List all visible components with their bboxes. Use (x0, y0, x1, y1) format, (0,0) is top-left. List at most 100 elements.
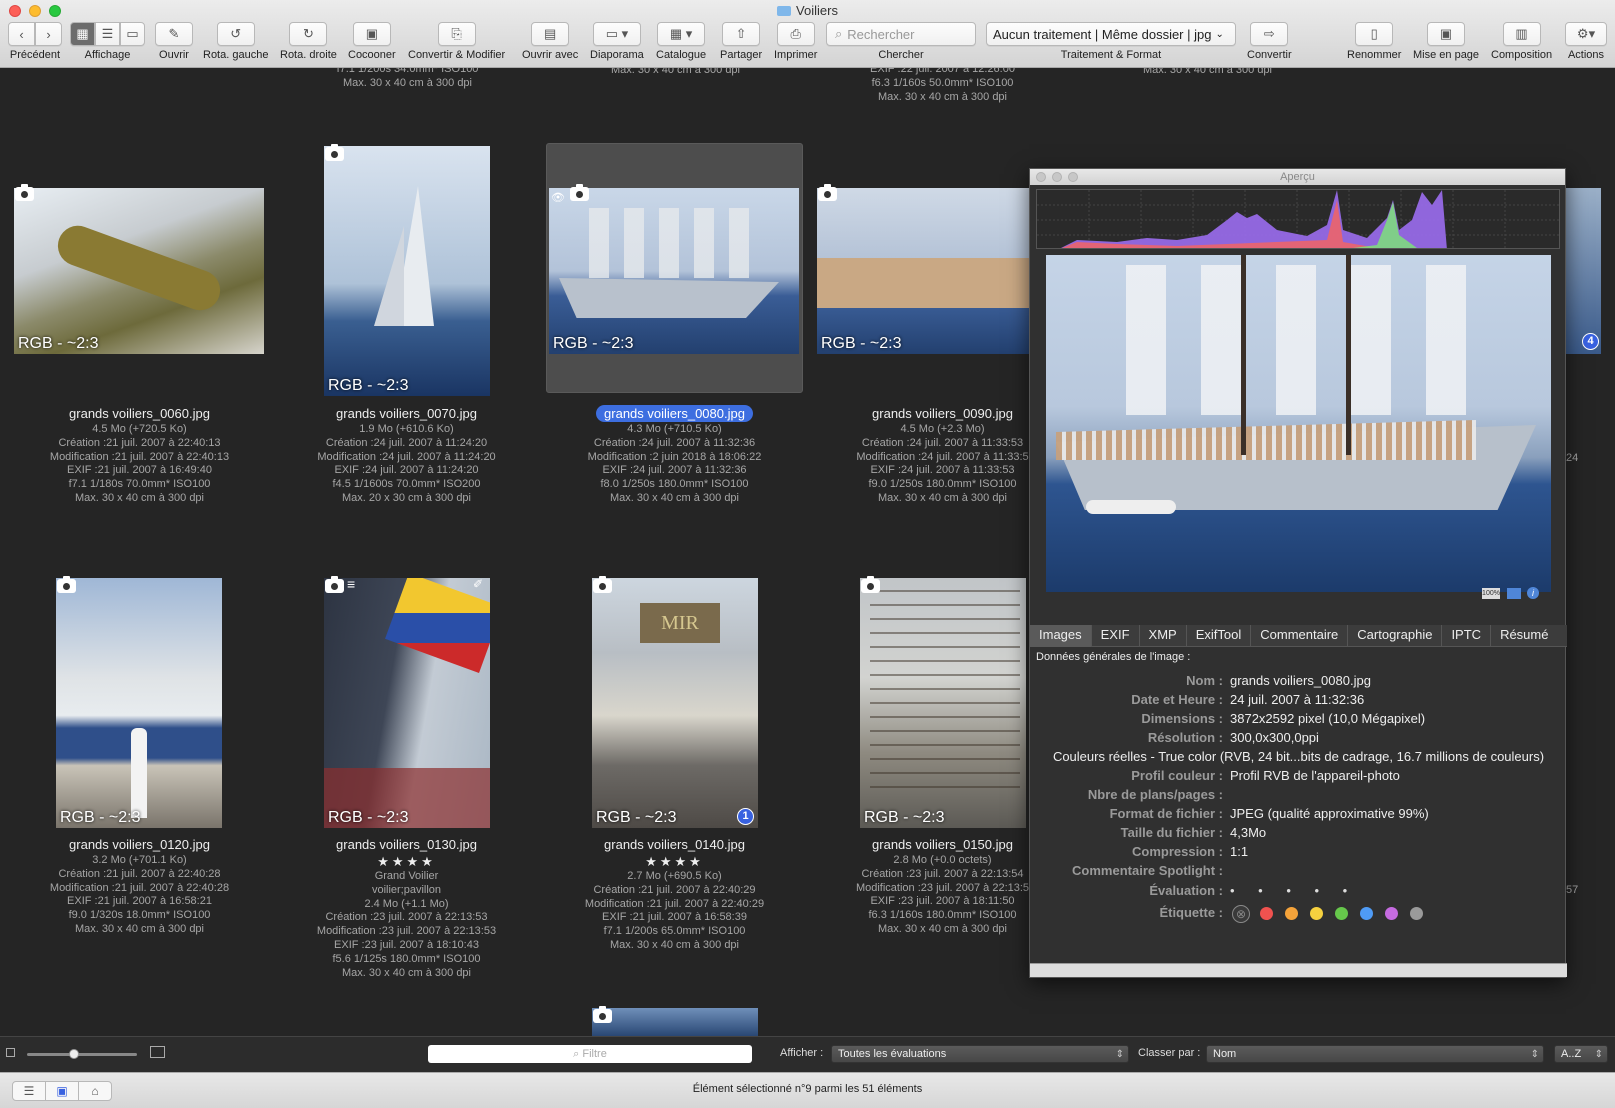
info-row-compression: Compression :1:1 (1131, 844, 1249, 859)
print-button[interactable]: ⎙ (776, 22, 815, 46)
rename-button[interactable]: ▯ (1355, 22, 1394, 46)
label-orange[interactable] (1285, 907, 1298, 920)
thumbnail-image[interactable]: RGB - ~2:3 (817, 188, 1029, 354)
image-mode-button[interactable] (1507, 588, 1521, 599)
no-label-icon[interactable]: ⊗ (1232, 905, 1250, 923)
catalog-tool: ▦ ▾ Catalogue (656, 22, 706, 61)
folder-icon (777, 6, 792, 16)
show-label: Afficher : (780, 1047, 824, 1059)
search-tool: ⌕ Rechercher Chercher (826, 22, 976, 61)
file-name[interactable]: grands voiliers_0090.jpg (835, 405, 1050, 423)
camera-icon (593, 1006, 612, 1023)
pin-icon: ✐ (473, 577, 484, 591)
actions-button[interactable]: ⚙ ▾ (1565, 22, 1607, 46)
thumbnail-size-slider[interactable] (27, 1049, 137, 1059)
slideshow-button[interactable]: ▭ ▾ (592, 22, 641, 46)
layout-button[interactable]: ▣ (1427, 22, 1466, 46)
thumbnail-image[interactable] (592, 1008, 758, 1036)
grid-view-button[interactable]: ▦ (70, 22, 95, 46)
info-row-planes: Nbre de plans/pages : (1087, 787, 1223, 802)
share-button[interactable]: ⇧ (722, 22, 761, 46)
flag-shape (385, 578, 490, 673)
mast-shape (1346, 255, 1351, 455)
color-info-label: RGB - ~2:3 (864, 809, 945, 826)
file-name[interactable]: grands voiliers_0070.jpg (299, 405, 514, 423)
zoom-100-button[interactable]: 100% (1482, 588, 1500, 599)
file-name-selected[interactable]: grands voiliers_0080.jpg (567, 405, 782, 423)
convert-modify-button[interactable]: ⎘ (437, 22, 476, 46)
tab-exif[interactable]: EXIF (1092, 625, 1140, 647)
cocoon-button[interactable]: ▣ (352, 22, 391, 46)
tab-iptc[interactable]: IPTC (1442, 625, 1492, 647)
rating-filter-select[interactable]: Toutes les évaluations (831, 1045, 1129, 1063)
histogram (1036, 189, 1560, 249)
rating-stars: ★★★★ (377, 854, 436, 869)
small-thumbs-icon (6, 1048, 15, 1057)
open-button[interactable]: ✎ (155, 22, 193, 46)
thumbnail-image[interactable]: RGB - ~2:3 (324, 578, 490, 828)
catalog-button[interactable]: ▦ ▾ (657, 22, 706, 46)
rename-tool: ▯ Renommer (1347, 22, 1401, 61)
filmstrip-view-button[interactable]: ▭ (120, 22, 145, 46)
slider-knob[interactable] (69, 1049, 79, 1059)
camera-icon (593, 576, 612, 593)
preview-image[interactable] (1046, 255, 1551, 592)
thumbnail-image[interactable]: RGB - ~2:3 (549, 188, 799, 354)
tab-map[interactable]: Cartographie (1348, 625, 1443, 647)
crew-shape (817, 258, 1029, 308)
preview-tabs: Images EXIF XMP ExifTool Commentaire Car… (1030, 625, 1567, 647)
view-mode-group: ▦ ☰ ▭ Affichage (70, 22, 145, 61)
convert-button[interactable]: ⇨ (1250, 22, 1289, 46)
sails-shape (589, 208, 759, 278)
label-gray[interactable] (1410, 907, 1423, 920)
thumbnail-image[interactable]: RGB - ~2:3 (324, 146, 490, 396)
thumbnail-image[interactable]: RGB - ~2:3 (56, 578, 222, 828)
tab-images[interactable]: Images (1030, 625, 1092, 647)
open-with-button[interactable]: ▤ (531, 22, 570, 46)
back-button[interactable]: ‹ (8, 22, 35, 46)
tab-summary[interactable]: Résumé (1491, 625, 1557, 647)
preview-minimize-button[interactable] (1052, 172, 1062, 182)
file-name[interactable]: grands voiliers_0130.jpg (299, 836, 514, 854)
thumbnail-image[interactable]: MIR RGB - ~2:3 1 (592, 578, 758, 828)
process-format-popup[interactable]: Aucun traitement | Même dossier | jpg ⌄ (986, 22, 1236, 46)
forward-button[interactable]: › (35, 22, 62, 46)
composition-button[interactable]: ▥ (1502, 22, 1541, 46)
preview-title-bar[interactable]: Aperçu (1030, 169, 1565, 185)
sort-order-select[interactable]: A..Z (1554, 1045, 1608, 1063)
status-text: Élément sélectionné n°9 parmi les 51 élé… (692, 1083, 923, 1095)
cocoon-tool: ▣ Cocooner (348, 22, 396, 61)
thumbnail-image[interactable]: RGB - ~2:3 (860, 578, 1026, 828)
thumbnail-image[interactable]: RGB - ~2:3 (14, 188, 264, 354)
file-name[interactable]: grands voiliers_0060.jpg (32, 405, 247, 423)
sort-select[interactable]: Nom (1206, 1045, 1544, 1063)
label-green[interactable] (1335, 907, 1348, 920)
list-view-button[interactable]: ☰ (95, 22, 120, 46)
preview-zoom-button[interactable] (1068, 172, 1078, 182)
file-name[interactable]: grands voiliers_0120.jpg (32, 836, 247, 854)
rotate-right-button[interactable]: ↻ (289, 22, 328, 46)
filter-input[interactable]: ⌕ Filtre (428, 1045, 752, 1063)
overflow-caption: f7.1 1/200s 34.0mm* ISO100 Max. 30 x 40 c… (336, 68, 479, 89)
tab-exiftool[interactable]: ExifTool (1187, 625, 1252, 647)
large-thumbs-icon (150, 1046, 165, 1058)
thumbnail-image[interactable] (1566, 188, 1601, 354)
preview-close-button[interactable] (1036, 172, 1046, 182)
file-name[interactable]: grands voiliers_0150.jpg (835, 836, 1050, 854)
preview-footer (1030, 963, 1567, 977)
rating-dots[interactable]: • • • • • (1230, 881, 1357, 900)
label-yellow[interactable] (1310, 907, 1323, 920)
tab-xmp[interactable]: XMP (1140, 625, 1187, 647)
tab-comment[interactable]: Commentaire (1251, 625, 1349, 647)
label-red[interactable] (1260, 907, 1273, 920)
label-blue[interactable] (1360, 907, 1373, 920)
thumbnail-caption: grands voiliers_0120.jpg 3.2 Mo (+701.1 … (32, 836, 247, 937)
file-name[interactable]: grands voiliers_0140.jpg (567, 836, 782, 854)
rotate-left-button[interactable]: ↺ (216, 22, 255, 46)
label-purple[interactable] (1385, 907, 1398, 920)
count-badge: 4 (1582, 333, 1599, 350)
count-badge: 1 (737, 808, 754, 825)
info-icon[interactable]: i (1527, 587, 1539, 599)
search-input[interactable]: ⌕ Rechercher (826, 22, 976, 46)
thumbnail-caption: grands voiliers_0060.jpg 4.5 Mo (+720.5 … (32, 405, 247, 506)
